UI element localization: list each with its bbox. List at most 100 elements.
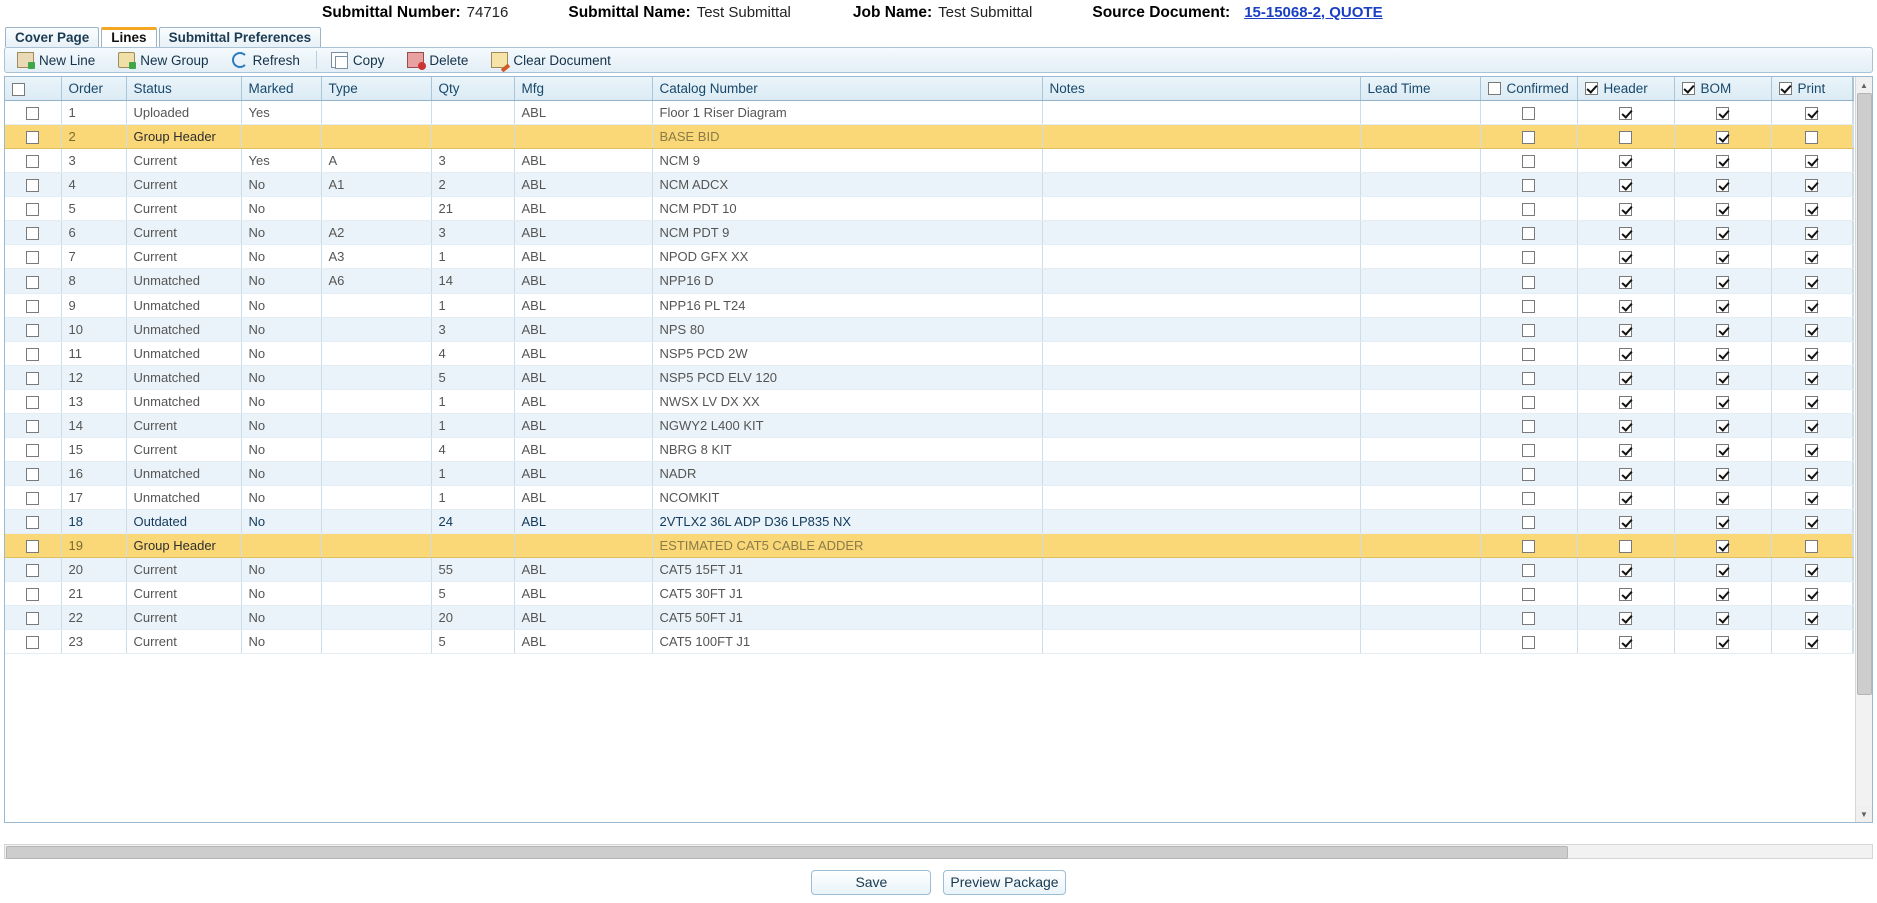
row-select-checkbox[interactable] bbox=[26, 227, 40, 241]
row-select-cell[interactable] bbox=[5, 244, 62, 270]
row-select-checkbox[interactable] bbox=[26, 588, 40, 602]
bom-checkbox[interactable] bbox=[1716, 443, 1729, 457]
table-row[interactable]: 14 Current No 1 ABL NGWY2 L400 KIT bbox=[5, 413, 1854, 438]
row-select-cell[interactable] bbox=[5, 629, 62, 655]
cell-bom[interactable] bbox=[1674, 413, 1772, 438]
row-select-checkbox[interactable] bbox=[26, 323, 40, 337]
cell-bom[interactable] bbox=[1674, 581, 1772, 607]
cell-confirmed[interactable] bbox=[1480, 389, 1578, 414]
bom-checkbox[interactable] bbox=[1716, 636, 1729, 650]
cell-confirmed[interactable] bbox=[1480, 341, 1578, 366]
cell-print[interactable] bbox=[1771, 220, 1853, 246]
cell-print[interactable] bbox=[1771, 341, 1853, 366]
table-row[interactable]: 11 Unmatched No 4 ABL NSP5 PCD 2W bbox=[5, 341, 1854, 366]
cell-print[interactable] bbox=[1771, 148, 1853, 174]
print-checkbox[interactable] bbox=[1805, 227, 1818, 241]
cell-bom[interactable] bbox=[1674, 461, 1772, 487]
print-checkbox[interactable] bbox=[1805, 395, 1818, 409]
cell-print[interactable] bbox=[1771, 365, 1853, 390]
row-select-checkbox[interactable] bbox=[26, 492, 40, 506]
row-select-checkbox[interactable] bbox=[26, 419, 40, 433]
cell-header[interactable] bbox=[1577, 365, 1675, 390]
header-checkbox[interactable] bbox=[1619, 540, 1632, 554]
header-checkbox[interactable] bbox=[1619, 227, 1632, 241]
bom-checkbox[interactable] bbox=[1716, 347, 1729, 361]
header-checkbox[interactable] bbox=[1619, 203, 1632, 217]
cell-header[interactable] bbox=[1577, 605, 1675, 631]
cell-print[interactable] bbox=[1771, 509, 1853, 535]
cell-confirmed[interactable] bbox=[1480, 196, 1578, 222]
bom-checkbox[interactable] bbox=[1716, 299, 1729, 313]
cell-confirmed[interactable] bbox=[1480, 629, 1578, 655]
cell-print[interactable] bbox=[1771, 485, 1853, 511]
table-row[interactable]: 10 Unmatched No 3 ABL NPS 80 bbox=[5, 317, 1854, 342]
vertical-scroll-thumb[interactable] bbox=[1857, 93, 1872, 695]
header-checkbox[interactable] bbox=[1619, 443, 1632, 457]
scroll-down-arrow[interactable]: ▼ bbox=[1856, 806, 1872, 822]
header-checkbox[interactable] bbox=[1619, 516, 1632, 530]
bom-checkbox[interactable] bbox=[1716, 131, 1729, 145]
print-checkbox[interactable] bbox=[1805, 468, 1818, 481]
header-checkbox[interactable] bbox=[1619, 299, 1632, 313]
row-select-checkbox[interactable] bbox=[26, 179, 40, 193]
cell-print[interactable] bbox=[1771, 437, 1853, 462]
cell-header[interactable] bbox=[1577, 172, 1675, 198]
bom-checkbox[interactable] bbox=[1716, 107, 1729, 121]
bom-checkbox[interactable] bbox=[1716, 203, 1729, 217]
row-select-cell[interactable] bbox=[5, 461, 62, 487]
table-row[interactable]: 6 Current No A2 3 ABL NCM PDT 9 bbox=[5, 220, 1854, 246]
row-select-cell[interactable] bbox=[5, 485, 62, 511]
cell-confirmed[interactable] bbox=[1480, 509, 1578, 535]
cell-header[interactable] bbox=[1577, 629, 1675, 655]
table-row[interactable]: 15 Current No 4 ABL NBRG 8 KIT bbox=[5, 437, 1854, 462]
table-row[interactable]: 8 Unmatched No A6 14 ABL NPP16 D bbox=[5, 268, 1854, 294]
table-row[interactable]: 17 Unmatched No 1 ABL NCOMKIT bbox=[5, 485, 1854, 511]
header-checkbox[interactable] bbox=[1619, 107, 1632, 121]
row-select-checkbox[interactable] bbox=[26, 131, 40, 145]
cell-confirmed[interactable] bbox=[1480, 293, 1578, 318]
print-checkbox[interactable] bbox=[1805, 588, 1818, 602]
bom-checkbox[interactable] bbox=[1716, 275, 1729, 289]
row-select-cell[interactable] bbox=[5, 268, 62, 294]
cell-header[interactable] bbox=[1577, 244, 1675, 270]
col-print[interactable]: Print bbox=[1771, 77, 1853, 101]
cell-bom[interactable] bbox=[1674, 365, 1772, 390]
cell-print[interactable] bbox=[1771, 389, 1853, 414]
cell-bom[interactable] bbox=[1674, 100, 1772, 126]
cell-bom[interactable] bbox=[1674, 509, 1772, 535]
cell-header[interactable] bbox=[1577, 268, 1675, 294]
row-select-cell[interactable] bbox=[5, 172, 62, 198]
row-select-cell[interactable] bbox=[5, 124, 62, 150]
cell-confirmed[interactable] bbox=[1480, 581, 1578, 607]
col-header[interactable]: Header bbox=[1577, 77, 1675, 101]
cell-bom[interactable] bbox=[1674, 629, 1772, 655]
table-row[interactable]: 22 Current No 20 ABL CAT5 50FT J1 bbox=[5, 605, 1854, 631]
confirmed-checkbox[interactable] bbox=[1522, 299, 1535, 313]
print-checkbox[interactable] bbox=[1805, 371, 1818, 385]
header-checkbox[interactable] bbox=[1619, 468, 1632, 481]
confirmed-checkbox[interactable] bbox=[1522, 131, 1535, 145]
confirmed-checkbox[interactable] bbox=[1522, 275, 1535, 289]
print-checkbox[interactable] bbox=[1805, 347, 1818, 361]
bom-checkbox[interactable] bbox=[1716, 251, 1729, 265]
cell-print[interactable] bbox=[1771, 100, 1853, 126]
new-line-button[interactable]: New Line bbox=[9, 49, 103, 71]
col-order[interactable]: Order bbox=[61, 77, 127, 101]
header-checkbox[interactable] bbox=[1619, 179, 1632, 193]
bom-checkbox[interactable] bbox=[1716, 540, 1729, 554]
cell-print[interactable] bbox=[1771, 557, 1853, 583]
bom-checkbox[interactable] bbox=[1716, 179, 1729, 193]
cell-header[interactable] bbox=[1577, 341, 1675, 366]
cell-bom[interactable] bbox=[1674, 437, 1772, 462]
cell-print[interactable] bbox=[1771, 268, 1853, 294]
confirmed-header-checkbox[interactable] bbox=[1487, 82, 1501, 95]
print-checkbox[interactable] bbox=[1805, 131, 1818, 145]
row-select-cell[interactable] bbox=[5, 557, 62, 583]
print-checkbox[interactable] bbox=[1805, 251, 1818, 265]
bom-checkbox[interactable] bbox=[1716, 612, 1729, 626]
bom-checkbox[interactable] bbox=[1716, 395, 1729, 409]
cell-print[interactable] bbox=[1771, 172, 1853, 198]
cell-header[interactable] bbox=[1577, 581, 1675, 607]
row-select-checkbox[interactable] bbox=[26, 516, 40, 530]
confirmed-checkbox[interactable] bbox=[1522, 540, 1535, 554]
